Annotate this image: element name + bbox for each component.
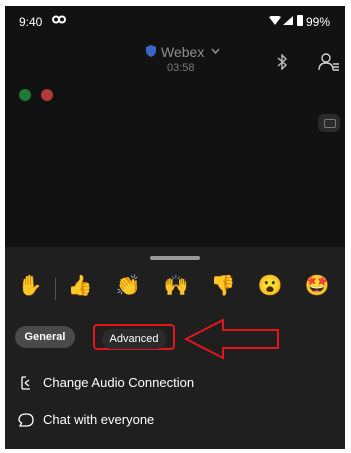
number-badge-icon — [41, 89, 53, 101]
change-audio-connection-item[interactable]: Change Audio Connection — [5, 371, 345, 397]
tab-advanced-label: Advanced — [101, 329, 167, 349]
thumbs-up-icon[interactable]: 👍 — [67, 273, 93, 299]
audio-connection-icon — [21, 376, 30, 390]
reactions-divider — [55, 278, 56, 300]
status-time: 9:40 — [19, 15, 43, 29]
battery-percent: 99% — [306, 15, 331, 29]
meeting-timer: 03:58 — [167, 62, 195, 74]
bluetooth-icon[interactable] — [276, 54, 288, 70]
more-options-sheet: ✋ 👍 👏 🙌 👎 😮 🤩 General Advanced Change Au… — [5, 247, 345, 449]
self-view-icon[interactable] — [318, 114, 340, 132]
shield-icon — [146, 45, 156, 57]
chevron-down-icon — [211, 48, 220, 55]
wifi-icon — [269, 16, 281, 25]
tab-advanced[interactable]: Advanced — [93, 324, 175, 350]
chat-with-everyone-item[interactable]: Chat with everyone — [5, 408, 345, 434]
celebrate-icon[interactable]: 🙌 — [163, 273, 189, 299]
status-bar: 9:40 99% — [5, 6, 345, 32]
drag-handle[interactable] — [150, 256, 200, 260]
battery-icon — [297, 15, 303, 26]
thumbs-down-icon[interactable]: 👎 — [210, 273, 236, 299]
tab-general[interactable]: General — [15, 326, 75, 348]
participants-icon[interactable] — [318, 53, 340, 71]
highlight-arrow — [183, 318, 279, 360]
meeting-name: Webex — [161, 44, 205, 60]
raise-hand-icon[interactable]: ✋ — [17, 273, 43, 299]
settings-status-icon — [52, 15, 66, 24]
reactions-row: ✋ 👍 👏 🙌 👎 😮 🤩 — [5, 273, 345, 309]
signal-bars-icon — [19, 89, 31, 101]
chat-icon — [18, 413, 34, 427]
menu-item-label: Chat with everyone — [43, 412, 155, 427]
wow-icon[interactable]: 🤩 — [304, 273, 330, 299]
meeting-title-button[interactable]: Webex 03:58 — [125, 44, 235, 80]
cell-signal-icon — [283, 16, 293, 25]
webex-meeting-screen: 9:40 99% Webex 03:58 ✋ 👍 👏 🙌 👎 😮 🤩 Gener… — [5, 6, 345, 449]
surprised-icon[interactable]: 😮 — [257, 273, 283, 299]
clap-icon[interactable]: 👏 — [115, 273, 141, 299]
menu-item-label: Change Audio Connection — [43, 375, 195, 390]
